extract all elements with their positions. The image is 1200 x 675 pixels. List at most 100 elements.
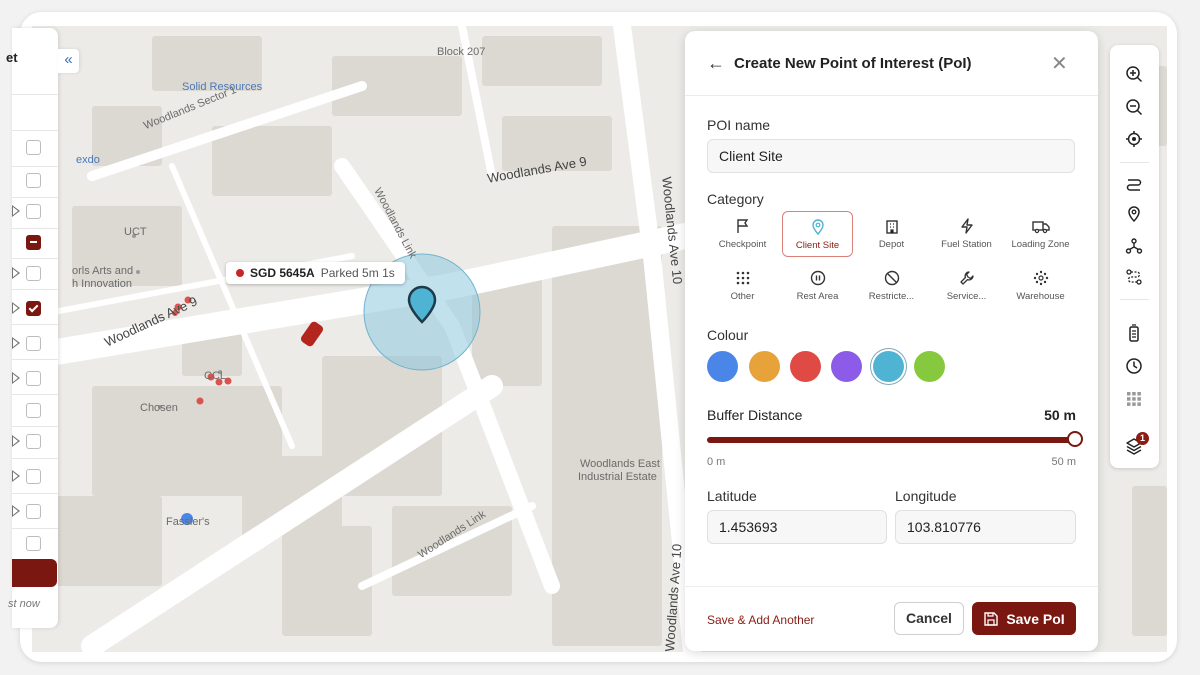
grid-dots-icon — [707, 270, 778, 287]
row-checkbox[interactable] — [26, 371, 41, 386]
row-checkbox[interactable] — [26, 266, 41, 281]
expand-arrow-icon[interactable] — [12, 205, 20, 217]
lightning-icon — [931, 218, 1002, 235]
category-label: Depot — [878, 239, 905, 250]
colour-swatch-green[interactable] — [914, 351, 945, 382]
back-arrow-icon[interactable]: ← — [707, 53, 725, 74]
row-checkbox[interactable] — [26, 173, 41, 188]
map-label-block207: Block 207 — [437, 46, 486, 58]
category-checkpoint[interactable]: Checkpoint — [707, 211, 778, 257]
category-warehouse[interactable]: Warehouse — [1005, 263, 1076, 309]
toolbar-divider — [1120, 162, 1149, 163]
save-disk-icon — [984, 611, 999, 626]
buffer-slider-thumb[interactable] — [1067, 431, 1083, 447]
expand-arrow-icon[interactable] — [12, 505, 20, 517]
category-rest-area[interactable]: Rest Area — [782, 263, 853, 309]
row-checkbox[interactable] — [26, 403, 41, 418]
path-icon[interactable] — [1124, 267, 1144, 287]
colour-swatch-purple[interactable] — [831, 351, 862, 382]
map-label-uct: UCT — [124, 226, 147, 238]
poi-name-label: POI name — [707, 117, 771, 133]
map-pin-icon — [783, 219, 852, 236]
longitude-input[interactable] — [895, 510, 1076, 544]
category-label: Category — [707, 191, 764, 207]
colour-swatch-orange[interactable] — [749, 351, 780, 382]
divider — [12, 228, 58, 229]
category-restricted[interactable]: Restricte... — [856, 263, 927, 309]
divider — [12, 166, 58, 167]
locate-icon[interactable] — [1124, 129, 1144, 149]
pin-icon[interactable] — [1124, 204, 1144, 224]
battery-icon[interactable] — [1124, 323, 1144, 343]
buffer-slider-track[interactable] — [707, 437, 1075, 443]
row-checkbox[interactable] — [26, 536, 41, 551]
row-checkbox[interactable] — [26, 504, 41, 519]
zoom-in-icon[interactable] — [1124, 64, 1144, 84]
panel-action-button[interactable] — [12, 559, 57, 587]
row-checkbox[interactable] — [26, 469, 41, 484]
category-service[interactable]: Service... — [931, 263, 1002, 309]
category-loading-zone[interactable]: Loading Zone — [1005, 211, 1076, 257]
category-label: Service... — [946, 291, 987, 302]
dialog-header: ← Create New Point of Interest (PoI) ✕ — [685, 31, 1098, 96]
create-poi-dialog: ← Create New Point of Interest (PoI) ✕ P… — [685, 31, 1098, 651]
colour-swatch-cyan-selected[interactable] — [873, 351, 904, 382]
buffer-max-label: 50 m — [1051, 456, 1076, 468]
toolbar-divider — [1120, 299, 1149, 300]
row-checkbox[interactable] — [26, 336, 41, 351]
row-checkbox[interactable] — [26, 140, 41, 155]
zoom-out-icon[interactable] — [1124, 97, 1144, 117]
poi-name-input[interactable] — [707, 139, 1075, 173]
latitude-label: Latitude — [707, 488, 757, 504]
save-poi-button[interactable]: Save PoI — [972, 602, 1076, 635]
divider — [12, 426, 58, 427]
vehicle-tooltip[interactable]: SGD 5645A Parked 5m 1s — [226, 262, 405, 284]
panel-title-fragment: et — [6, 50, 18, 65]
category-label: Loading Zone — [1011, 239, 1070, 250]
divider — [12, 94, 58, 95]
grid-icon[interactable] — [1124, 389, 1144, 409]
expand-arrow-icon[interactable] — [12, 470, 20, 482]
expand-arrow-icon[interactable] — [12, 302, 20, 314]
colour-swatch-blue[interactable] — [707, 351, 738, 382]
route-icon[interactable] — [1124, 175, 1144, 195]
buffer-distance-label: Buffer Distance — [707, 407, 803, 423]
cancel-button[interactable]: Cancel — [894, 602, 964, 635]
category-label: Fuel Station — [941, 239, 992, 250]
expand-arrow-icon[interactable] — [12, 435, 20, 447]
category-depot[interactable]: Depot — [856, 211, 927, 257]
close-icon[interactable]: ✕ — [1051, 51, 1068, 76]
category-grid: Checkpoint Client Site Depot Fuel Statio… — [707, 211, 1077, 306]
row-checkbox[interactable] — [26, 204, 41, 219]
save-poi-label: Save PoI — [1006, 610, 1065, 627]
category-fuel-station[interactable]: Fuel Station — [931, 211, 1002, 257]
row-checkbox-checked[interactable] — [26, 301, 41, 316]
vehicle-status: Parked 5m 1s — [320, 266, 395, 280]
buffer-min-label: 0 m — [707, 456, 726, 468]
save-and-add-another-link[interactable]: Save & Add Another — [707, 613, 814, 627]
building-icon — [856, 218, 927, 235]
truck-icon — [1005, 218, 1076, 235]
category-label: Warehouse — [1016, 291, 1065, 302]
category-client-site[interactable]: Client Site — [782, 211, 853, 257]
status-dot-icon — [236, 269, 244, 277]
row-checkbox[interactable] — [26, 434, 41, 449]
colour-swatch-red[interactable] — [790, 351, 821, 382]
expand-arrow-icon[interactable] — [12, 337, 20, 349]
expand-arrow-icon[interactable] — [12, 267, 20, 279]
clock-icon[interactable] — [1124, 356, 1144, 376]
category-other[interactable]: Other — [707, 263, 778, 309]
divider — [12, 528, 58, 529]
category-label: Checkpoint — [718, 239, 767, 250]
map-label-arts1: orls Arts and — [72, 265, 134, 277]
row-checkbox-partial[interactable] — [26, 235, 41, 250]
collapse-panel-button[interactable]: « — [58, 49, 79, 73]
waypoint-icon[interactable] — [1124, 236, 1144, 256]
latitude-input[interactable] — [707, 510, 887, 544]
expand-arrow-icon[interactable] — [12, 372, 20, 384]
category-label: Other — [730, 291, 755, 302]
wrench-icon — [931, 270, 1002, 287]
map-label-fasslers: Fassler's — [166, 516, 210, 528]
panel-footer-fragment: st now — [8, 598, 40, 610]
map-toolbar: 1 — [1110, 45, 1159, 468]
